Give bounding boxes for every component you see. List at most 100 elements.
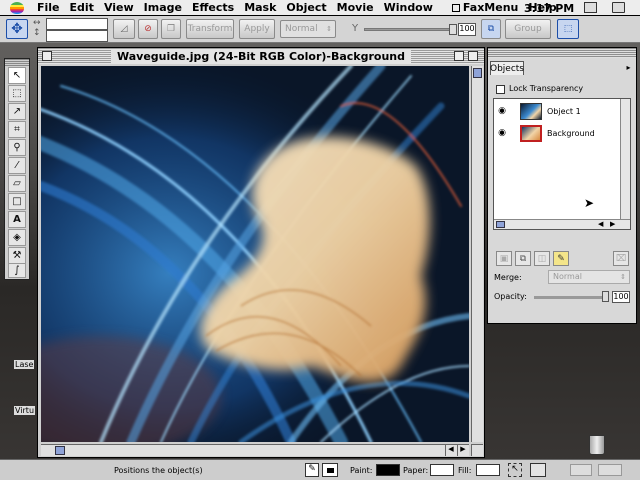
opacity-slider-thumb[interactable] xyxy=(449,24,457,35)
mask-object-icon[interactable]: ◫ xyxy=(534,251,550,266)
trash-object-icon[interactable]: ⌧ xyxy=(613,251,629,266)
horizontal-scrollbar[interactable]: ◀ ▶ xyxy=(41,444,469,456)
scroll-right-arrow-icon[interactable]: ▶ xyxy=(457,445,468,456)
panel-options-icon[interactable]: ▸ xyxy=(624,63,633,72)
opacity-field[interactable]: 100 xyxy=(458,23,476,36)
close-box-icon[interactable] xyxy=(42,51,52,61)
x-position-field[interactable] xyxy=(46,18,108,30)
list-scroll-thumb[interactable] xyxy=(496,221,505,228)
apply-button[interactable]: Apply xyxy=(239,19,275,39)
paint-color-swatch[interactable] xyxy=(376,464,400,476)
zoom-tool-icon[interactable]: ⚲ xyxy=(8,139,26,156)
list-hscrollbar[interactable]: ◀ ▶ xyxy=(494,219,630,229)
list-vscrollbar[interactable] xyxy=(620,99,630,219)
rectangle-tool-icon[interactable]: □ xyxy=(8,193,26,210)
crop-tool-icon[interactable]: ⌗ xyxy=(8,121,26,138)
opacity-slider[interactable] xyxy=(364,24,457,35)
menu-view[interactable]: View xyxy=(99,1,139,14)
layer-row-object-1[interactable]: ◉ Object 1 xyxy=(494,101,630,121)
duplicate-icon[interactable]: ❐ xyxy=(161,19,181,39)
fill-tool-icon[interactable]: ◈ xyxy=(8,229,26,246)
move-mode-icon[interactable]: ✥ xyxy=(6,19,28,39)
status-message: Positions the object(s) xyxy=(114,465,203,475)
selection-status-icon[interactable]: ↖ xyxy=(508,463,522,477)
list-scroll-right-icon[interactable]: ▶ xyxy=(610,220,615,228)
fill-color-swatch[interactable] xyxy=(476,464,500,476)
menu-movie[interactable]: Movie xyxy=(332,1,379,14)
menu-mask[interactable]: Mask xyxy=(239,1,281,14)
brush-tool-icon[interactable]: ∫ xyxy=(8,263,26,278)
position-arrows-icon: ↔ ↕ xyxy=(33,18,41,38)
desktop-label-virtu[interactable]: Virtu xyxy=(14,406,36,415)
eraser-tool-icon[interactable]: ▱ xyxy=(8,175,26,192)
new-object-icon[interactable]: ▣ xyxy=(496,251,512,266)
list-scroll-left-icon[interactable]: ◀ xyxy=(598,220,603,228)
visibility-eye-icon[interactable]: ◉ xyxy=(494,128,510,138)
view-status-icon[interactable] xyxy=(598,464,622,476)
visibility-eye-icon[interactable]: ◉ xyxy=(494,106,510,116)
document-titlebar[interactable]: Waveguide.jpg (24-Bit RGB Color)-Backgro… xyxy=(38,48,484,64)
merge-mode-select[interactable]: Normal ⇕ xyxy=(280,20,336,38)
menu-faxmenu[interactable]: FaxMenu xyxy=(438,1,523,14)
mask-status-icon[interactable] xyxy=(570,464,592,476)
lock-transparency-checkbox[interactable] xyxy=(496,85,505,94)
printer-icon[interactable] xyxy=(584,2,597,13)
trash-icon[interactable] xyxy=(589,435,605,455)
menu-image[interactable]: Image xyxy=(139,1,187,14)
menu-bar: File Edit View Image Effects Mask Object… xyxy=(0,0,640,16)
transform-button[interactable]: Transform xyxy=(186,19,234,39)
edit-object-icon[interactable]: ✎ xyxy=(553,251,569,266)
select-arrows-icon: ⇕ xyxy=(326,25,332,33)
vertical-scroll-thumb[interactable] xyxy=(473,68,482,78)
combine-objects-icon[interactable]: ⧉ xyxy=(515,251,531,266)
collapse-box-icon[interactable] xyxy=(468,51,478,61)
objects-panel: Objects ▸ Lock Transparency ◉ Object 1 ◉… xyxy=(487,47,637,324)
layer-name: Object 1 xyxy=(547,106,581,116)
layer-opacity-field[interactable]: 100 xyxy=(612,291,630,303)
status-bar: Positions the object(s) ✎ Paint: Paper: … xyxy=(0,459,640,480)
toolbox-titlebar[interactable] xyxy=(5,59,29,66)
opacity-label: Opacity: xyxy=(494,292,527,301)
layer-order-icon[interactable]: ⧉ xyxy=(481,19,501,39)
skew-icon[interactable]: ◿ xyxy=(113,19,135,39)
menu-window[interactable]: Window xyxy=(379,1,438,14)
desktop-label-lase[interactable]: Lase xyxy=(14,360,35,369)
delete-object-icon[interactable]: ⊘ xyxy=(138,19,158,39)
clone-tool-icon[interactable]: ⚒ xyxy=(8,247,26,264)
menu-clock: 3:17 PM xyxy=(524,2,575,15)
layer-opacity-slider[interactable] xyxy=(534,291,609,302)
resize-grip-icon[interactable] xyxy=(471,444,483,456)
object-status-icon[interactable] xyxy=(530,463,546,477)
paper-color-swatch[interactable] xyxy=(430,464,454,476)
merge-select[interactable]: Normal ⇕ xyxy=(548,270,630,284)
text-tool-icon[interactable]: A xyxy=(8,211,26,228)
scroll-left-arrow-icon[interactable]: ◀ xyxy=(445,445,456,456)
eyedropper-tool-icon[interactable]: ⁄ xyxy=(8,157,26,174)
toolbox-palette: ↖ ⬚ ↗ ⌗ ⚲ ⁄ ▱ □ A ◈ ⚒ ∫ xyxy=(4,58,30,280)
menu-edit[interactable]: Edit xyxy=(65,1,99,14)
lasso-tool-icon[interactable]: ↗ xyxy=(8,103,26,120)
menu-effects[interactable]: Effects xyxy=(187,1,239,14)
group-button[interactable]: Group xyxy=(505,19,551,39)
layer-thumbnail xyxy=(520,124,542,142)
color-swap-icon[interactable] xyxy=(322,463,338,477)
finder-icon[interactable] xyxy=(612,2,625,13)
zoom-box-icon[interactable] xyxy=(454,51,464,61)
image-canvas[interactable] xyxy=(41,66,469,442)
brush-status-icon[interactable]: ✎ xyxy=(305,463,319,477)
paint-label: Paint: xyxy=(350,465,373,475)
mouse-pointer-icon: ➤ xyxy=(584,196,595,210)
tab-objects[interactable]: Objects xyxy=(490,61,524,75)
marquee-tool-icon[interactable]: ⬚ xyxy=(8,85,26,102)
y-position-field[interactable] xyxy=(46,30,108,42)
menu-file[interactable]: File xyxy=(32,1,65,14)
selection-mode-icon[interactable]: ⬚ xyxy=(557,19,579,39)
apple-menu-icon[interactable] xyxy=(10,1,24,14)
menu-object[interactable]: Object xyxy=(281,1,331,14)
objects-panel-titlebar[interactable] xyxy=(488,48,636,58)
horizontal-scroll-thumb[interactable] xyxy=(55,446,65,455)
move-tool-icon[interactable]: ↖ xyxy=(8,67,26,84)
layer-opacity-thumb[interactable] xyxy=(602,291,609,302)
vertical-scrollbar[interactable] xyxy=(471,66,483,442)
layer-row-background[interactable]: ◉ Background xyxy=(494,123,630,143)
